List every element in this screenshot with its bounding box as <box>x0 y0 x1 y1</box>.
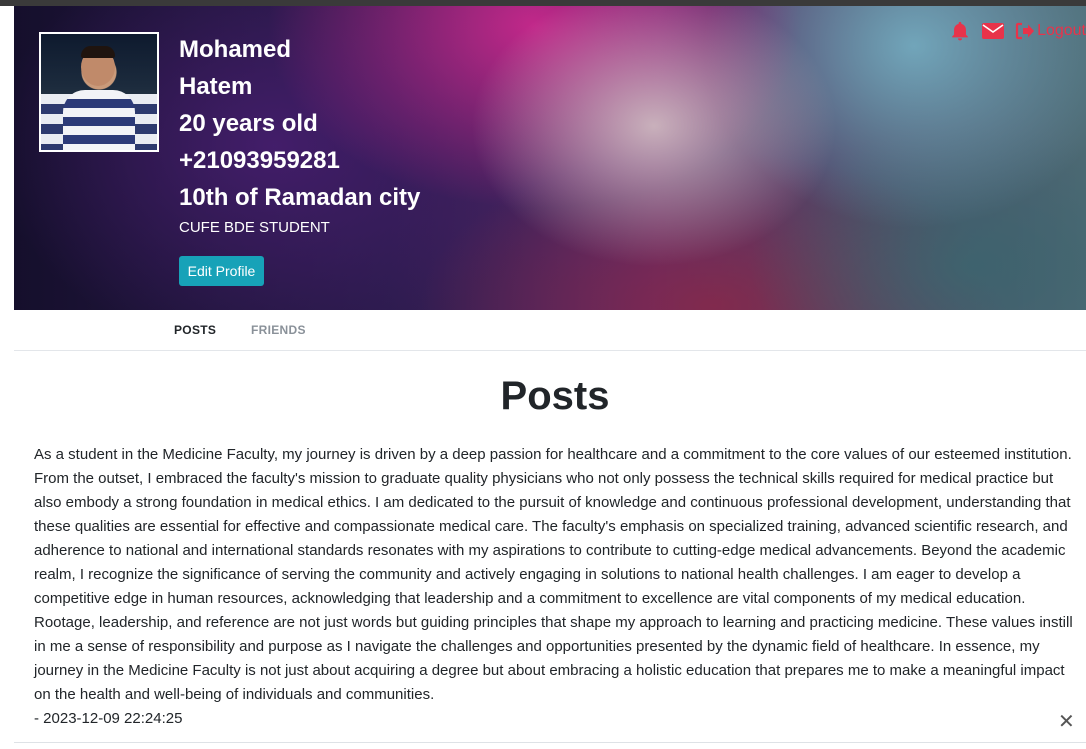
divider <box>14 742 1086 743</box>
post-card: As a student in the Medicine Faculty, my… <box>34 443 1080 731</box>
post-timestamp: - 2023-12-09 22:24:25 <box>34 710 183 727</box>
sign-out-icon <box>1015 22 1035 40</box>
close-icon[interactable]: ✕ <box>1058 712 1075 732</box>
bell-icon[interactable] <box>949 20 971 42</box>
header-actions: Logout <box>949 20 1086 42</box>
logout-label: Logout <box>1037 22 1086 39</box>
logout-link[interactable]: Logout <box>1015 22 1086 40</box>
post-body: As a student in the Medicine Faculty, my… <box>34 446 1073 703</box>
avatar-hair <box>81 46 115 58</box>
page-gutter <box>0 6 14 310</box>
profile-city: 10th of Ramadan city <box>179 184 421 211</box>
profile-phone: +21093959281 <box>179 147 340 174</box>
tab-posts[interactable]: POSTS <box>174 323 216 337</box>
tab-friends[interactable]: FRIENDS <box>251 323 306 337</box>
profile-header: Mohamed Hatem 20 years old +21093959281 … <box>14 6 1086 310</box>
profile-bio: CUFE BDE STUDENT <box>179 219 330 236</box>
profile-age: 20 years old <box>179 110 318 137</box>
avatar <box>39 32 159 152</box>
profile-info: Mohamed Hatem 20 years old +21093959281 … <box>179 31 599 216</box>
profile-tabs: POSTS FRIENDS <box>14 310 1086 351</box>
avatar-shirt <box>63 90 135 150</box>
posts-title: Posts <box>500 374 610 418</box>
profile-last-name: Hatem <box>179 73 253 100</box>
envelope-icon[interactable] <box>981 21 1005 41</box>
edit-profile-button[interactable]: Edit Profile <box>179 256 264 286</box>
profile-first-name: Mohamed <box>179 36 292 63</box>
